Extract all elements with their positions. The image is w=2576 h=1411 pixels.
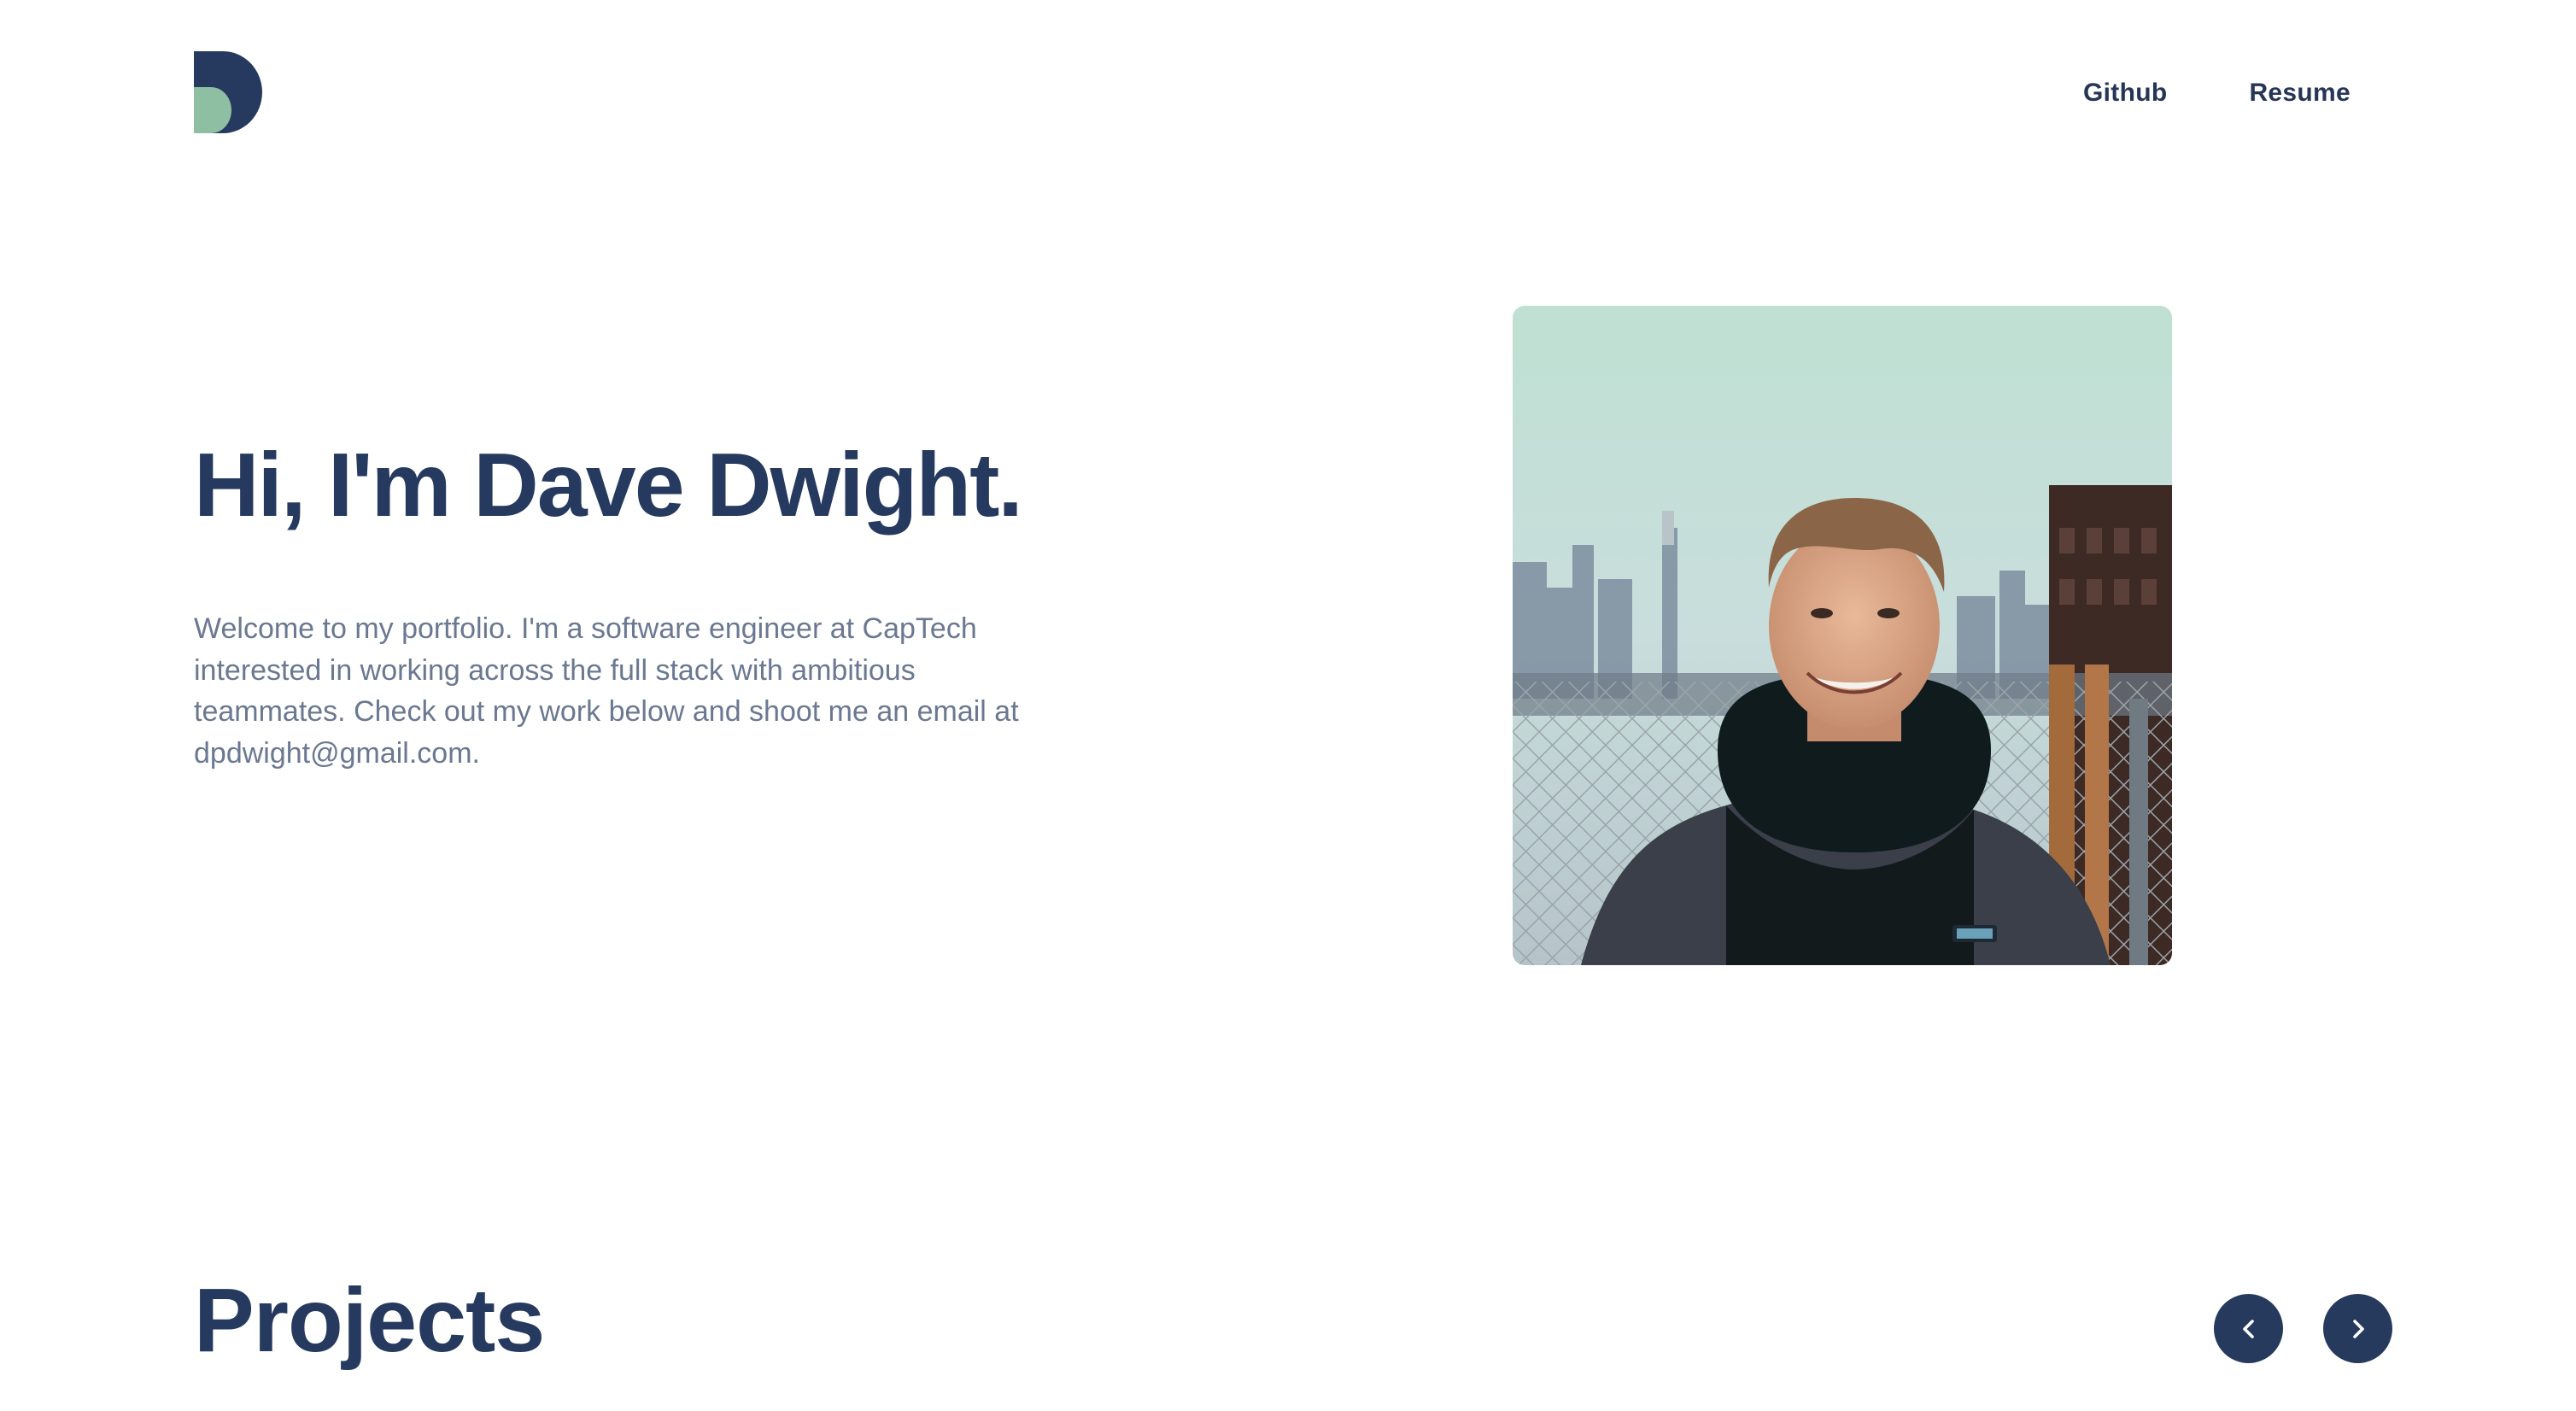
profile-photo-image <box>1513 306 2172 965</box>
nav-link-github[interactable]: Github <box>2083 79 2167 108</box>
profile-photo <box>1513 306 2172 965</box>
carousel-next-button[interactable] <box>2323 1294 2392 1363</box>
chevron-left-icon <box>2242 1319 2254 1338</box>
logo[interactable] <box>194 51 262 133</box>
portfolio-page: Github Resume Hi, I'm Dave Dwight. Welco… <box>0 0 2576 1411</box>
projects-title: Projects <box>194 1270 545 1371</box>
hero-intro: Welcome to my portfolio. I'm a software … <box>194 612 1019 770</box>
chevron-right-icon <box>2352 1319 2364 1338</box>
carousel-prev-button[interactable] <box>2214 1294 2283 1363</box>
logo-mark-icon <box>194 51 262 133</box>
hero-title: Hi, I'm Dave Dwight. <box>194 435 1023 536</box>
nav-link-resume[interactable]: Resume <box>2249 79 2351 108</box>
top-nav: Github Resume <box>2083 79 2351 108</box>
